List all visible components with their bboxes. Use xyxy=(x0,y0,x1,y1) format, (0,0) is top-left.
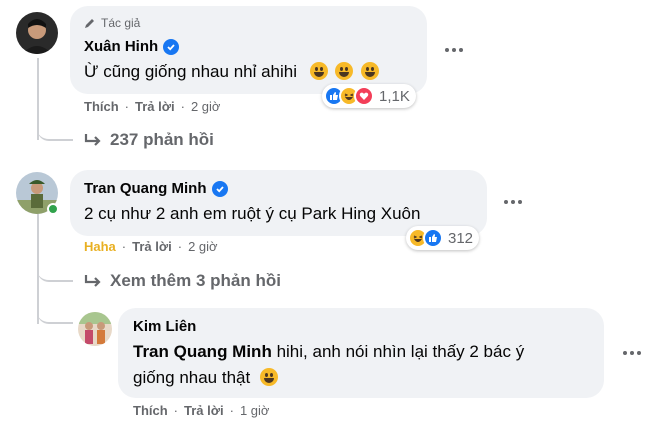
author-badge-label: Tác giả xyxy=(101,16,141,30)
online-status-icon xyxy=(47,203,59,215)
pen-icon xyxy=(85,19,94,28)
avatar-xuan-hinh[interactable] xyxy=(16,12,58,54)
verified-icon xyxy=(211,180,228,197)
reaction-count: 312 xyxy=(448,229,474,247)
comment-text: Tran Quang Minh hihi, anh nói nhìn lại t… xyxy=(133,342,525,361)
like-button[interactable]: Thích xyxy=(84,99,119,114)
author-name[interactable]: Kim Liên xyxy=(133,318,196,335)
reply-button[interactable]: Trả lời xyxy=(184,403,224,418)
thread-curve-3 xyxy=(37,300,73,324)
view-replies-link[interactable]: 237 phản hồi xyxy=(84,130,214,150)
comment-text: Ừ cũng giống nhau nhỉ ahihi xyxy=(84,60,380,84)
more-options-button[interactable] xyxy=(499,192,527,212)
reply-arrow-icon xyxy=(84,275,101,287)
reply-button[interactable]: Trả lời xyxy=(132,239,172,254)
grinning-emoji-icon xyxy=(259,368,278,386)
more-options-button[interactable] xyxy=(618,343,646,363)
grinning-emoji-icon xyxy=(361,62,380,80)
grinning-emoji-icon xyxy=(309,62,328,80)
like-button[interactable]: Thích xyxy=(133,403,168,418)
author-badge: Tác giả xyxy=(84,16,140,30)
like-reaction-icon xyxy=(423,228,443,248)
thread-curve-1 xyxy=(37,105,73,141)
thread-curve-2 xyxy=(37,250,73,282)
comment-actions: Haha · Trả lời · 2 giờ xyxy=(84,239,218,254)
author-name[interactable]: Xuân Hinh xyxy=(84,38,180,55)
reply-button[interactable]: Trả lời xyxy=(135,99,175,114)
comment-actions: Thích · Trả lời · 1 giờ xyxy=(133,403,270,418)
reaction-count: 1,1K xyxy=(379,87,410,105)
comment-time[interactable]: 2 giờ xyxy=(191,99,221,114)
grinning-emoji-icon xyxy=(335,62,354,80)
comment-time[interactable]: 1 giờ xyxy=(240,403,270,418)
reply-arrow-icon xyxy=(84,134,101,146)
view-more-replies-link[interactable]: Xem thêm 3 phản hồi xyxy=(84,271,281,291)
more-options-button[interactable] xyxy=(440,40,468,60)
haha-button[interactable]: Haha xyxy=(84,239,116,254)
comment-time[interactable]: 2 giờ xyxy=(188,239,218,254)
verified-icon xyxy=(163,38,180,55)
author-name[interactable]: Tran Quang Minh xyxy=(84,180,228,197)
avatar-kim-lien[interactable] xyxy=(78,312,112,346)
comment-text: 2 cụ như 2 anh em ruột ý cụ Park Hing Xu… xyxy=(84,204,421,223)
comment-text-line2: giống nhau thật xyxy=(133,366,278,390)
reaction-summary[interactable]: 312 xyxy=(406,226,480,250)
love-reaction-icon xyxy=(354,86,374,106)
comment-actions: Thích · Trả lời · 2 giờ xyxy=(84,99,221,114)
mention-link[interactable]: Tran Quang Minh xyxy=(133,342,272,361)
reaction-summary[interactable]: 1,1K xyxy=(322,84,416,108)
